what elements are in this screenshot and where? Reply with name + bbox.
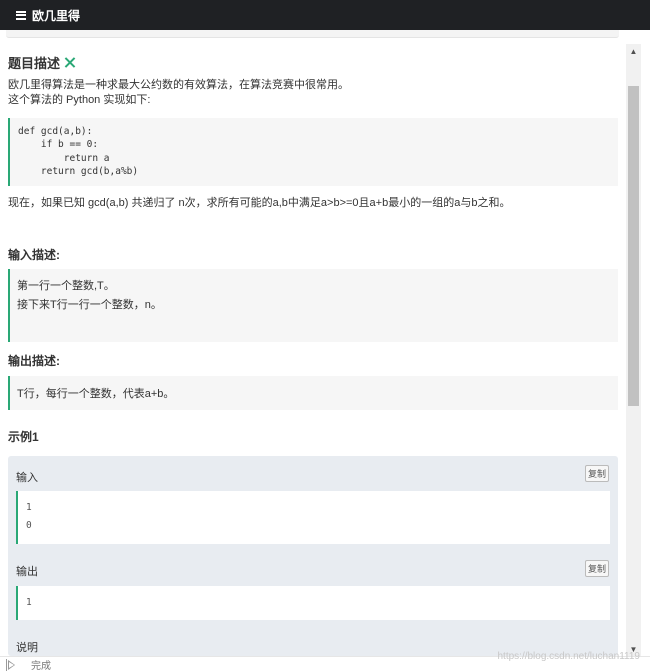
- page-title: 欧几里得: [32, 8, 81, 23]
- copy-output-button[interactable]: 复制: [585, 560, 609, 577]
- example-input-line-1: 1: [26, 502, 32, 513]
- output-desc-text: T行，每行一个整数，代表a+b。: [17, 388, 175, 400]
- status-text: 完成: [31, 661, 51, 672]
- example-output-line-1: 1: [26, 597, 32, 608]
- input-desc-line-2: 接下来T行一行一个整数，n。: [17, 299, 162, 311]
- scrollbar-thumb[interactable]: [628, 86, 639, 406]
- problem-heading: 题目描述: [8, 53, 75, 72]
- output-description: T行，每行一个整数，代表a+b。: [8, 376, 618, 410]
- input-description: 第一行一个整数,T。 接下来T行一行一个整数，n。: [8, 269, 618, 342]
- top-bar: 欧几里得: [0, 0, 650, 30]
- example-box: 输入 复制 1 0 输出 复制 1 说明: [8, 456, 618, 656]
- example-explain-label: 说明: [16, 642, 38, 654]
- input-heading: 输入描述:: [8, 248, 60, 262]
- example-output-block[interactable]: 1: [16, 586, 610, 620]
- expand-icon[interactable]: [64, 57, 75, 68]
- example-heading: 示例1: [8, 430, 39, 444]
- scroll-up-icon[interactable]: ▲: [626, 44, 641, 58]
- example-output-label: 输出: [16, 566, 38, 578]
- code-text: def gcd(a,b): if b == 0: return a return…: [18, 126, 139, 177]
- problem-line-2: 这个算法的 Python 实现如下:: [8, 94, 151, 106]
- copy-input-button[interactable]: 复制: [585, 465, 609, 482]
- problem-panel: 题目描述 欧几里得算法是一种求最大公约数的有效算法，在算法竞赛中很常用。 这个算…: [0, 30, 626, 656]
- list-icon[interactable]: [16, 10, 26, 20]
- vertical-scrollbar[interactable]: ▲ ▼: [626, 44, 641, 656]
- example-input-label: 输入: [16, 472, 38, 484]
- example-input-block[interactable]: 1 0: [16, 491, 610, 544]
- problem-line-1: 欧几里得算法是一种求最大公约数的有效算法，在算法竞赛中很常用。: [8, 79, 349, 91]
- play-icon[interactable]: [6, 658, 15, 671]
- watermark: https://blog.csdn.net/luchan1119: [497, 651, 640, 662]
- input-desc-line-1: 第一行一个整数,T。: [17, 280, 115, 292]
- code-block: def gcd(a,b): if b == 0: return a return…: [8, 118, 618, 186]
- example-input-line-2: 0: [26, 520, 32, 531]
- problem-heading-text: 题目描述: [8, 56, 61, 71]
- panel-top-strip: [6, 30, 619, 38]
- output-heading: 输出描述:: [8, 354, 60, 368]
- problem-line-3: 现在，如果已知 gcd(a,b) 共递归了 n次，求所有可能的a,b中满足a>b…: [8, 197, 511, 209]
